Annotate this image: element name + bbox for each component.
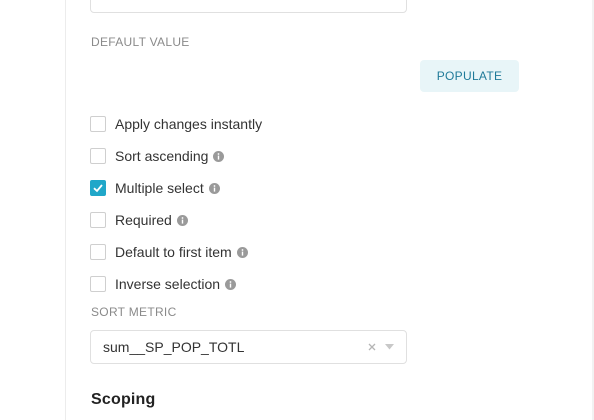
option-multiple-select[interactable]: Multiple select xyxy=(90,179,220,197)
chevron-down-icon[interactable] xyxy=(385,344,394,350)
option-apply-changes-instantly[interactable]: Apply changes instantly xyxy=(90,115,262,133)
clear-icon[interactable] xyxy=(367,342,377,352)
option-label: Sort ascending xyxy=(115,148,209,164)
checkbox[interactable] xyxy=(90,276,106,292)
checkbox[interactable] xyxy=(90,244,106,260)
filter-config-panel: None DEFAULT VALUE POPULATE Apply change… xyxy=(0,0,594,420)
option-default-to-first-item[interactable]: Default to first item xyxy=(90,243,248,261)
option-sort-ascending[interactable]: Sort ascending xyxy=(90,147,225,165)
info-icon[interactable] xyxy=(213,150,225,162)
sort-metric-label: SORT METRIC xyxy=(91,305,177,319)
sort-metric-select[interactable]: sum__SP_POP_TOTL xyxy=(90,330,407,364)
left-sidebar-edge xyxy=(0,0,66,420)
populate-button[interactable]: POPULATE xyxy=(420,60,519,92)
option-label: Default to first item xyxy=(115,244,232,260)
info-icon[interactable] xyxy=(176,214,188,226)
option-label: Inverse selection xyxy=(115,276,221,292)
checkmark-icon xyxy=(93,184,103,193)
option-required[interactable]: Required xyxy=(90,211,188,229)
partial-input-field[interactable]: None xyxy=(90,0,407,13)
option-label: Required xyxy=(115,212,172,228)
default-value-label: DEFAULT VALUE xyxy=(91,35,190,49)
checkbox-checked[interactable] xyxy=(90,180,106,196)
checkbox[interactable] xyxy=(90,116,106,132)
info-icon[interactable] xyxy=(208,182,220,194)
info-icon[interactable] xyxy=(225,278,237,290)
option-label: Apply changes instantly xyxy=(115,116,263,132)
info-icon[interactable] xyxy=(236,246,248,258)
checkbox[interactable] xyxy=(90,212,106,228)
scoping-section-title: Scoping xyxy=(91,391,156,408)
option-label: Multiple select xyxy=(115,180,204,196)
checkbox[interactable] xyxy=(90,148,106,164)
option-inverse-selection[interactable]: Inverse selection xyxy=(90,275,237,293)
sort-metric-value: sum__SP_POP_TOTL xyxy=(103,339,245,355)
